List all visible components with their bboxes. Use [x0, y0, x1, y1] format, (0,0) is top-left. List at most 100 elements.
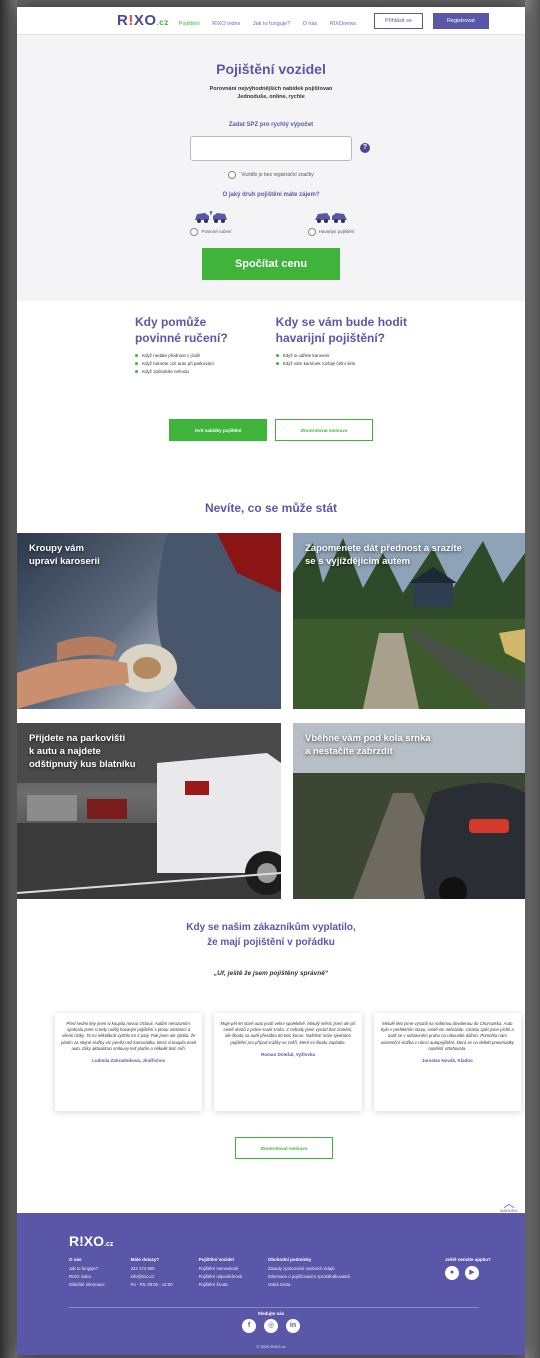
- footer-link[interactable]: Zásady zpracování osobních údajů: [268, 1266, 350, 1271]
- testimonials-title-2: že mají pojištění v pořádku: [207, 936, 335, 948]
- spz-input[interactable]: [190, 135, 352, 161]
- radio-havarijni[interactable]: [307, 227, 316, 236]
- footer-col-legal: Obchodní podmínky Zásady zpracování osob…: [268, 1257, 350, 1290]
- info-right-item: Když si odřete karoserii: [282, 353, 330, 359]
- nav-jak-to-funguje[interactable]: Jak to funguje?: [253, 21, 290, 27]
- main-nav: Pojištění RIXO index Jak to funguje? O n…: [179, 12, 364, 30]
- footer-link[interactable]: Jak to funguje?: [69, 1266, 105, 1271]
- tile-caption: Vběhne vám pod kola srnka a nestačíte zab…: [305, 733, 431, 759]
- tile-caption: Zapomenete dát přednost a srazíte se s vy…: [305, 543, 462, 569]
- back-to-top[interactable]: ︿ NAHORU: [497, 1198, 521, 1214]
- scenario-tile-crash[interactable]: Zapomenete dát přednost a srazíte se s vy…: [293, 533, 525, 709]
- testimonial-author: Roman Doležal, Vyžlovka: [261, 1051, 315, 1057]
- scenario-tile-deer[interactable]: Vběhne vám pod kola srnka a nestačíte zab…: [293, 723, 525, 899]
- testimonial-card: Před sedmi lety jsem si koupila novou Oc…: [55, 1013, 203, 1111]
- footer-col-title[interactable]: Pojištění vozidel: [199, 1257, 242, 1262]
- testimonial-text: Před sedmi lety jsem si koupila novou Oc…: [61, 1021, 197, 1051]
- info-section: Kdy pomůže povinné ručení? Když nedáte př…: [17, 301, 525, 501]
- label-havarijni: Havarijní pojištění: [318, 229, 355, 234]
- logo-cz: .cz: [156, 18, 169, 27]
- footer-link[interactable]: Pojištění nemovitostí: [199, 1266, 242, 1271]
- bullet-dot: [275, 362, 279, 366]
- footer-logo[interactable]: R!XO.cz: [69, 1233, 113, 1249]
- scenario-tiles: Kroupy vám upraví karoserii Zapomenete dá…: [17, 533, 525, 903]
- info-havarijni: Kdy se vám bude hodit havarijní pojištění…: [275, 315, 407, 501]
- footer-link[interactable]: Pojištění odpovědnosti: [199, 1274, 242, 1279]
- tile-line: Vběhne vám pod kola srnka: [305, 733, 431, 744]
- testimonial-card: Minulé léto jsme vyrazili na rodinnou do…: [373, 1013, 521, 1111]
- footer: R!XO.cz O nás Jak to funguje? RIXO index…: [17, 1213, 525, 1355]
- no-spz-label: Vozidlo je bez registrační značky: [241, 171, 314, 178]
- nav-o-nas[interactable]: O nás: [303, 21, 318, 27]
- info-povinne: Kdy pomůže povinné ručení? Když nedáte př…: [134, 315, 228, 501]
- logo[interactable]: R!XO.cz: [117, 12, 169, 29]
- scenario-tile-hail[interactable]: Kroupy vám upraví karoserii: [17, 533, 281, 709]
- footer-link[interactable]: Důležité informace: [69, 1282, 105, 1287]
- footer-app: Ještě nemáte appku? ● ▶: [445, 1257, 491, 1280]
- copyright: © 2020 RIXO.cz: [256, 1344, 286, 1349]
- bullet-dot: [134, 354, 138, 358]
- footer-divider: [69, 1307, 479, 1308]
- tile-line: Kroupy vám: [29, 543, 84, 554]
- footer-link[interactable]: Pojištění života: [199, 1282, 242, 1287]
- nav-pojisteni[interactable]: Pojištění: [179, 21, 200, 27]
- left-shadow: [0, 0, 17, 1358]
- insurance-type-question: O jaký druh pojištění máte zájem?: [222, 191, 320, 198]
- testimonials-title-1: Kdy se našim zákazníkům vyplatilo,: [186, 922, 356, 933]
- footer-link[interactable]: Volná místa: [268, 1282, 350, 1287]
- bullet-dot: [275, 354, 279, 358]
- footer-col-title[interactable]: Obchodní podmínky: [268, 1257, 350, 1262]
- check-contract-button[interactable]: Zkontrolovat smlouvu: [275, 419, 373, 441]
- testimonial-card: Moje pět let staré auto jezdí velmi spol…: [214, 1013, 362, 1111]
- login-button[interactable]: Přihlásit se: [374, 12, 423, 29]
- tile-line: odštípnutý kus blatníku: [29, 758, 136, 770]
- car-damage-icon: [315, 212, 347, 223]
- register-button[interactable]: Registrovat: [432, 12, 489, 29]
- footer-phone[interactable]: 224 174 900: [131, 1266, 173, 1271]
- offers-button[interactable]: Ovit nabídky pojištění: [169, 419, 267, 441]
- apple-store-icon[interactable]: ●: [445, 1266, 459, 1280]
- hero-subtitle-1: Porovnání nejvýhodnějších nabídek pojišt…: [209, 86, 333, 92]
- scenario-tile-parking[interactable]: Přijdete na parkovišti k autu a najdete od…: [17, 723, 281, 899]
- top-navigation: R!XO.cz Pojištění RIXO index Jak to fung…: [17, 7, 525, 35]
- info-left-item: Když nedáte přednost v jízdě: [141, 353, 201, 359]
- logo-letter: R: [117, 12, 129, 29]
- check-contract-button-bottom[interactable]: Zkontrolovat smlouvu: [235, 1137, 333, 1159]
- page-title: Pojištění vozidel: [216, 61, 326, 77]
- tile-line: Přijdete na parkovišti: [29, 733, 126, 744]
- tile-line: k autu a najdete: [29, 745, 101, 757]
- tile-line: a nestačíte zabrzdit: [305, 745, 393, 757]
- car-crash-icon: [195, 210, 227, 223]
- radio-povinne[interactable]: [190, 227, 199, 236]
- instagram-icon[interactable]: ◎: [264, 1319, 278, 1333]
- right-shadow: [525, 0, 540, 1358]
- nav-rixo-index[interactable]: RIXO index: [212, 21, 240, 27]
- nav-rixonews[interactable]: RIXOnews: [330, 21, 356, 27]
- calculate-price-button[interactable]: Spočítat cenu: [202, 247, 340, 280]
- footer-logo-cz: .cz: [104, 1241, 114, 1248]
- testimonial-cards: Před sedmi lety jsem si koupila novou Oc…: [55, 1013, 521, 1111]
- insurance-type-havarijni[interactable]: Havarijní pojištění: [291, 208, 371, 236]
- scenarios-title: Nevíte, co se může stát: [204, 501, 338, 515]
- footer-col-contact: Máte dotazy? 224 174 900 info@rixo.cz Po…: [131, 1257, 173, 1290]
- footer-col-about: O nás Jak to funguje? RIXO index Důležit…: [69, 1257, 105, 1290]
- google-play-icon[interactable]: ▶: [465, 1266, 479, 1280]
- footer-link[interactable]: Informace o pojišťovacím zprostředkovate…: [268, 1274, 350, 1279]
- tile-line: Zapomenete dát přednost a srazíte: [305, 543, 462, 554]
- insurance-type-povinne[interactable]: Povinné ručení: [171, 208, 251, 236]
- testimonial-text: Moje pět let staré auto jezdí velmi spol…: [220, 1021, 356, 1045]
- linkedin-icon[interactable]: in: [286, 1319, 300, 1333]
- info-left-title-2: povinné ručení?: [134, 330, 228, 345]
- footer-link[interactable]: RIXO index: [69, 1274, 105, 1279]
- footer-col-insurance: Pojištění vozidel Pojištění nemovitostí …: [199, 1257, 242, 1290]
- footer-col-title[interactable]: O nás: [69, 1257, 105, 1262]
- chevron-up-icon: ︿: [503, 1198, 515, 1210]
- no-spz-radio[interactable]: [228, 170, 237, 179]
- footer-email[interactable]: info@rixo.cz: [131, 1274, 173, 1279]
- tile-line: se s vyjíždějícím autem: [305, 555, 411, 567]
- logo-rest: XO: [133, 12, 157, 29]
- testimonials-title: Kdy se našim zákazníkům vyplatilo, že maj…: [17, 921, 525, 950]
- tile-line: upraví karoserii: [29, 555, 100, 567]
- help-icon[interactable]: ?: [360, 143, 370, 153]
- facebook-icon[interactable]: f: [242, 1319, 256, 1333]
